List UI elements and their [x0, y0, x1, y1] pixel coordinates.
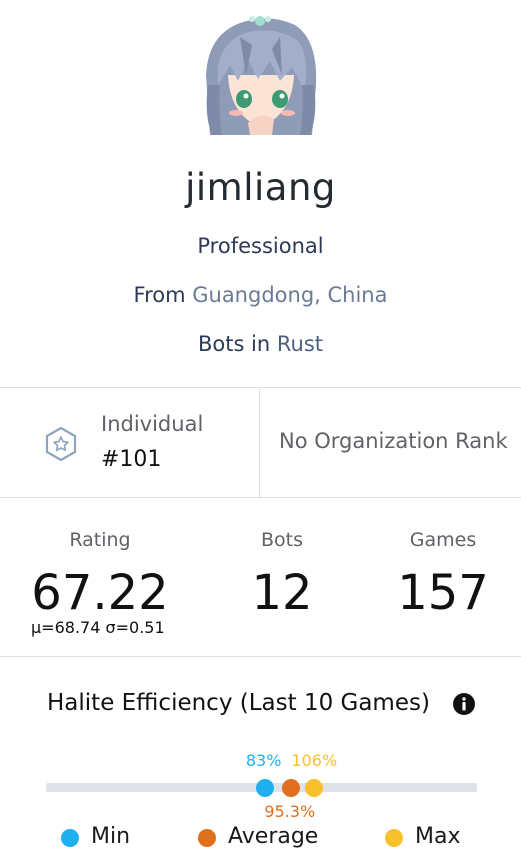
min-percent-label: 83% [245, 751, 282, 770]
legend-average-dot [198, 829, 216, 847]
info-icon[interactable] [452, 692, 476, 716]
language-link[interactable]: Rust [277, 332, 323, 356]
min-marker [255, 779, 274, 797]
avatar-image [200, 15, 322, 135]
avatar [200, 15, 322, 135]
efficiency-title: Halite Efficiency (Last 10 Games) [47, 690, 430, 716]
location-link[interactable]: Guangdong, China [192, 283, 387, 307]
games-label: Games [409, 529, 477, 551]
rank-divider [259, 388, 260, 498]
bots-value: 12 [251, 565, 313, 621]
language-line: Bots in Rust [0, 332, 521, 356]
bots-label: Bots [260, 529, 303, 551]
rank-badge-icon [45, 426, 77, 462]
rating-label: Rating [69, 529, 131, 551]
divider [0, 387, 521, 388]
rating-value: 67.22 [31, 565, 169, 621]
player-level: Professional [197, 234, 324, 258]
divider [0, 656, 521, 657]
games-value: 157 [397, 565, 489, 621]
legend-max-label: Max [415, 824, 461, 849]
location-prefix: From [133, 283, 186, 307]
location-line: From Guangdong, China [0, 283, 521, 307]
language-prefix: Bots in [197, 332, 271, 356]
rating-mu-sigma: μ=68.74 σ=0.51 [31, 618, 165, 637]
individual-rank-value: #101 [101, 447, 162, 472]
average-marker [282, 779, 301, 797]
divider [0, 497, 521, 498]
username: jimliang [185, 166, 336, 209]
legend-average-label: Average [228, 824, 319, 849]
max-marker [305, 779, 324, 797]
max-percent-label: 106% [291, 751, 338, 770]
organization-rank: No Organization Rank [279, 429, 508, 453]
legend-min-label: Min [91, 824, 131, 849]
individual-rank-label: Individual [101, 412, 204, 436]
average-percent-label: 95.3% [264, 802, 316, 821]
legend-min-dot [61, 829, 79, 847]
legend-max-dot [385, 829, 403, 847]
